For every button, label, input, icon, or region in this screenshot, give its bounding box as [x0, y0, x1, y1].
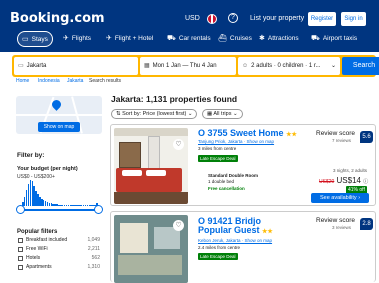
info-icon: ⓘ	[363, 179, 369, 185]
price: US$20 US$14 ⓘ	[319, 176, 369, 185]
see-availability-button[interactable]: See availability ›	[311, 193, 369, 203]
chevron-down-icon: ⌄	[232, 111, 238, 117]
ship-icon: ⛴	[218, 35, 227, 42]
tab-airport-taxis[interactable]: ⛟ Airport taxis	[307, 31, 361, 47]
budget-heading: Your budget (per night)	[17, 166, 78, 172]
register-button[interactable]: Register	[308, 12, 336, 26]
search-bar: ▭ Jakarta ▦ Mon 1 Jan — Thu 4 Jan ☺ 2 adult…	[12, 55, 379, 77]
tab-flight-hotel[interactable]: ✈ Flight + Hotel	[102, 31, 157, 47]
destination-input[interactable]: ▭ Jakarta	[14, 57, 138, 75]
photo-pillow	[122, 170, 142, 176]
checkbox[interactable]	[18, 264, 23, 270]
tab-stays[interactable]: ▭ Stays	[17, 31, 53, 47]
heart-icon[interactable]: ♡	[173, 220, 184, 231]
taxi-icon: ⛟	[311, 35, 320, 42]
distance-text: 2.4 miles from centre	[198, 245, 241, 250]
currency-selector[interactable]: USD	[185, 12, 200, 26]
bed-icon: ▭	[22, 36, 29, 43]
all-trips-dropdown[interactable]: ▦ All trips ⌄	[202, 109, 243, 119]
budget-slider-min-handle[interactable]	[16, 205, 25, 214]
bed-type: 1 double bed	[208, 179, 235, 184]
chevron-down-icon: ⌄	[330, 63, 336, 69]
results-title: Jakarta: 1,131 properties found	[111, 94, 238, 104]
map-preview[interactable]: Show on map	[16, 96, 102, 134]
filter-option[interactable]: Breakfast included 1,049	[18, 237, 100, 243]
hotel-location[interactable]: Kebon Jeruk, Jakarta · Show on map	[198, 238, 272, 243]
hotel-card: ♡ O 3755 Sweet Home ★★ Tanjung Priok, Ja…	[110, 124, 376, 206]
photo-floor	[114, 192, 188, 204]
review-score-label: Review score	[316, 217, 356, 224]
checkbox[interactable]	[18, 237, 23, 243]
heart-icon[interactable]: ♡	[173, 139, 184, 150]
review-count: 7 reviews	[332, 138, 352, 143]
attractions-icon: ✱	[259, 35, 265, 42]
calendar-icon: ▦	[144, 63, 150, 69]
map-road	[16, 114, 102, 116]
search-button[interactable]: Search	[342, 57, 379, 75]
hotel-location[interactable]: Tanjung Priok, Jakarta · Show on map	[198, 139, 274, 144]
tab-cruises[interactable]: ⛴ Cruises	[214, 31, 256, 47]
review-score-label: Review score	[316, 130, 356, 137]
person-icon: ☺	[242, 63, 249, 69]
breadcrumb-home[interactable]: Home	[16, 78, 29, 84]
flight-hotel-icon: ✈	[106, 35, 112, 42]
hotel-card: ♡ O 91421 Bridjo Popular Guest ★★ Kebon …	[110, 211, 376, 283]
guests-selector[interactable]: ☺ 2 adults · 0 children · 1 r... ⌄	[238, 57, 340, 75]
free-cancellation: Free cancellation	[208, 186, 245, 191]
budget-slider-track	[20, 209, 100, 211]
sign-in-button[interactable]: Sign in	[341, 12, 366, 26]
review-score-badge: 5.6	[360, 131, 373, 143]
breadcrumb-country[interactable]: Indonesia	[38, 78, 60, 84]
photo-pillow	[146, 170, 166, 176]
filter-option[interactable]: Free WiFi 2,211	[18, 246, 100, 252]
show-on-map-button[interactable]: Show on map	[38, 122, 80, 132]
room-type: Standard Double Room	[208, 173, 259, 178]
bed-icon: ▭	[18, 63, 24, 69]
list-property-link[interactable]: List your property	[250, 12, 304, 26]
review-score-badge: 2.8	[360, 218, 373, 230]
star-rating: ★★	[286, 132, 297, 138]
price-histogram	[22, 179, 98, 206]
deal-badge: Late Escape Deal	[198, 155, 238, 162]
photo-door	[148, 136, 160, 170]
star-rating: ★★	[262, 229, 273, 235]
checkbox[interactable]	[18, 246, 23, 252]
tab-car-rentals[interactable]: ⛟ Car rentals	[163, 31, 215, 47]
deal-badge: Late Escape Deal	[198, 253, 238, 260]
review-count: 3 reviews	[332, 225, 352, 230]
budget-slider-max-handle[interactable]	[94, 205, 103, 214]
sort-dropdown[interactable]: ⇅ Sort by: Price (lowest first) ⌄	[111, 109, 198, 119]
tab-attractions[interactable]: ✱ Attractions	[255, 31, 303, 47]
filter-by-heading: Filter by:	[17, 152, 45, 159]
chevron-down-icon: ⌄	[187, 111, 193, 117]
popular-filters-heading: Popular filters	[17, 229, 58, 235]
checkbox[interactable]	[18, 255, 23, 261]
language-flag-icon[interactable]	[207, 14, 217, 24]
photo-ceiling	[114, 128, 188, 136]
filter-option[interactable]: Apartments 1,310	[18, 264, 100, 270]
photo-wall	[120, 223, 148, 253]
photo-bed	[118, 255, 182, 275]
hotel-name[interactable]: O 3755 Sweet Home ★★	[198, 128, 297, 138]
chevron-right-icon: ›	[358, 195, 361, 201]
tab-flights[interactable]: ✈ Flights	[59, 31, 95, 47]
date-picker[interactable]: ▦ Mon 1 Jan — Thu 4 Jan	[140, 57, 236, 75]
plane-icon: ✈	[63, 35, 69, 42]
distance-text: 3 miles from centre	[198, 146, 237, 151]
help-icon[interactable]: ?	[228, 13, 238, 23]
hotel-name[interactable]: O 91421 Bridjo Popular Guest ★★	[198, 217, 278, 237]
top-header: Booking.com USD ? List your property Reg…	[0, 0, 379, 52]
filter-option[interactable]: Hotels 562	[18, 255, 100, 261]
nights-guests: 3 nights, 2 adults	[333, 168, 368, 173]
booking-logo[interactable]: Booking.com	[10, 11, 105, 26]
photo-headboard	[119, 142, 141, 168]
breadcrumb-current: Search results	[89, 78, 121, 84]
breadcrumb-city[interactable]: Jakarta	[67, 78, 83, 84]
car-icon: ⛟	[167, 35, 176, 42]
